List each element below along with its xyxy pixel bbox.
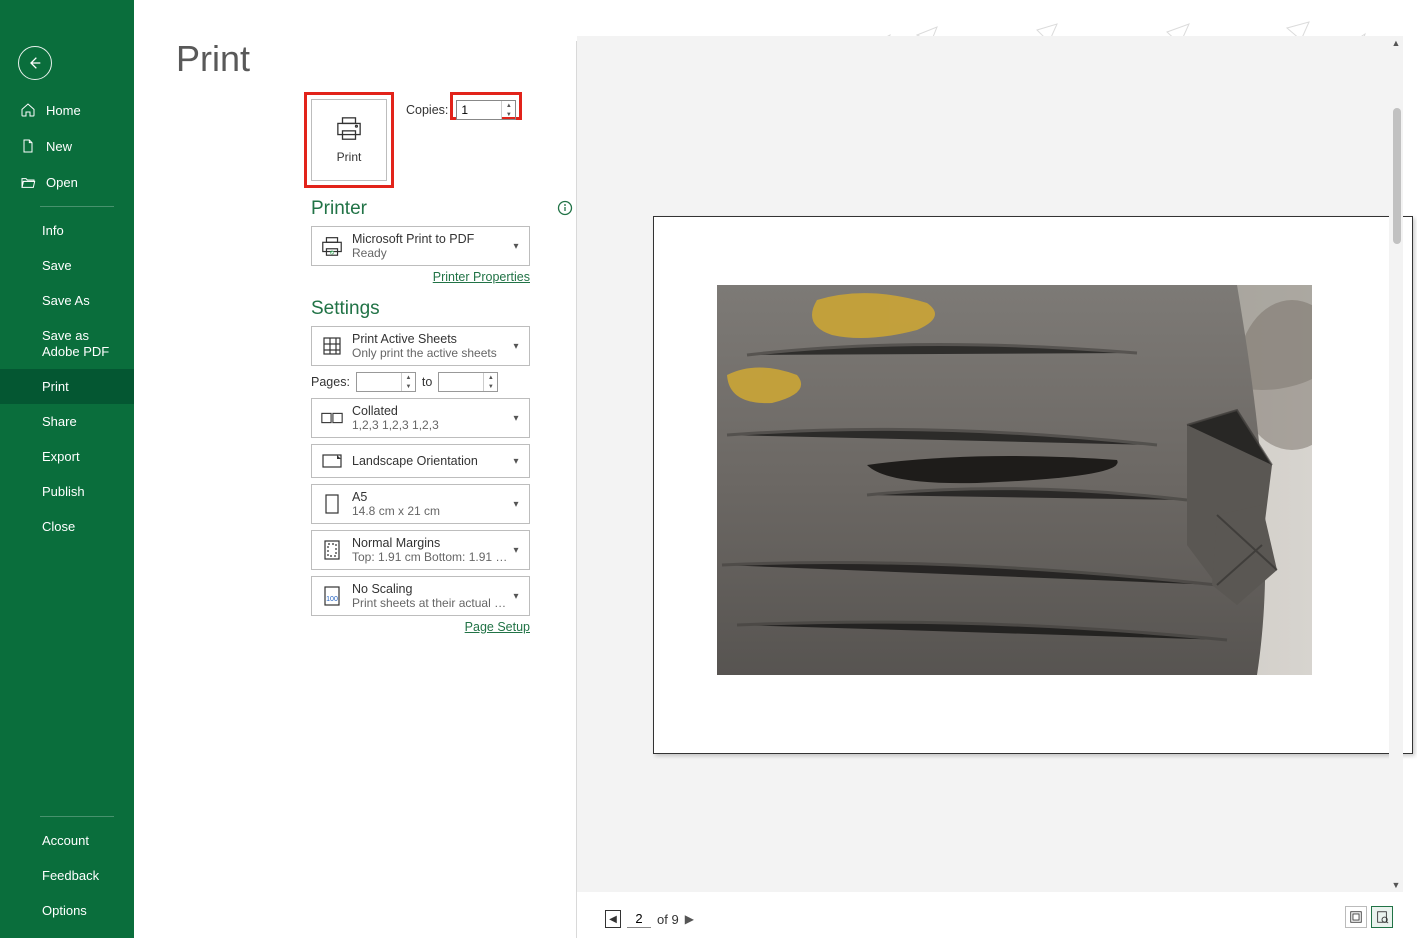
sidebar-item-options[interactable]: Options bbox=[0, 893, 134, 928]
scaling-selector[interactable]: 100 No ScalingPrint sheets at their actu… bbox=[311, 576, 530, 616]
divider bbox=[40, 206, 114, 207]
page-setup-link[interactable]: Page Setup bbox=[311, 620, 530, 634]
printer-selector[interactable]: Microsoft Print to PDF Ready ▾ bbox=[311, 226, 530, 266]
pages-from-spinner[interactable]: ▲▼ bbox=[356, 372, 416, 392]
print-controls-column: Print Copies: ▲▼ Printer Microsoft Print… bbox=[311, 90, 573, 634]
chevron-down-icon: ▾ bbox=[509, 241, 523, 252]
preview-page bbox=[653, 216, 1413, 754]
sidebar-item-print[interactable]: Print bbox=[0, 369, 134, 404]
printer-info-icon[interactable] bbox=[557, 200, 573, 216]
printer-heading: Printer bbox=[311, 198, 573, 220]
scroll-up-icon[interactable]: ▲ bbox=[1389, 36, 1403, 50]
next-page-button[interactable]: ▶ bbox=[685, 912, 694, 926]
prev-page-button[interactable]: ◀ bbox=[605, 910, 621, 928]
spinner-up[interactable]: ▲ bbox=[502, 101, 515, 110]
svg-text:100: 100 bbox=[326, 596, 338, 603]
pages-to-spinner[interactable]: ▲▼ bbox=[438, 372, 498, 392]
print-what-selector[interactable]: Print Active SheetsOnly print the active… bbox=[311, 326, 530, 366]
spinner-down[interactable]: ▼ bbox=[502, 110, 515, 119]
preview-scrollbar[interactable]: ▲ ▼ bbox=[1389, 36, 1403, 892]
sidebar-item-open[interactable]: Open bbox=[0, 164, 134, 200]
back-button[interactable] bbox=[18, 46, 52, 80]
backstage-sidebar: Home New Open Info Save Save As Save as … bbox=[0, 0, 134, 938]
zoom-controls bbox=[1345, 906, 1393, 928]
sidebar-item-label: Open bbox=[46, 175, 78, 190]
scroll-down-icon[interactable]: ▼ bbox=[1389, 878, 1403, 892]
pages-to-label: to bbox=[422, 375, 432, 389]
sidebar-item-label: New bbox=[46, 139, 72, 154]
chevron-down-icon: ▾ bbox=[509, 341, 523, 352]
printer-name: Microsoft Print to PDF bbox=[352, 232, 509, 246]
pages-range-row: Pages: ▲▼ to ▲▼ bbox=[311, 372, 573, 392]
page-navigator: ◀ of 9 ▶ bbox=[605, 910, 694, 928]
sidebar-item-publish[interactable]: Publish bbox=[0, 474, 134, 509]
current-page-input[interactable] bbox=[627, 910, 651, 928]
landscape-icon bbox=[318, 447, 346, 475]
sidebar-item-info[interactable]: Info bbox=[0, 213, 134, 248]
show-margins-button[interactable] bbox=[1345, 906, 1367, 928]
sidebar-item-home[interactable]: Home bbox=[0, 92, 134, 128]
collated-icon bbox=[318, 404, 346, 432]
preview-image bbox=[717, 285, 1312, 675]
copies-input[interactable] bbox=[457, 101, 501, 119]
sidebar-item-close[interactable]: Close bbox=[0, 509, 134, 544]
margins-selector[interactable]: Normal MarginsTop: 1.91 cm Bottom: 1.91 … bbox=[311, 530, 530, 570]
printer-properties-link[interactable]: Printer Properties bbox=[311, 270, 530, 284]
printer-device-icon bbox=[318, 232, 346, 260]
page-icon bbox=[318, 490, 346, 518]
pages-from-input[interactable] bbox=[357, 373, 401, 391]
orientation-selector[interactable]: Landscape Orientation ▾ bbox=[311, 444, 530, 478]
printer-status: Ready bbox=[352, 246, 509, 260]
pages-to-input[interactable] bbox=[439, 373, 483, 391]
sidebar-item-new[interactable]: New bbox=[0, 128, 134, 164]
page-total-label: of 9 bbox=[657, 912, 679, 927]
print-preview-area: ▲ ▼ bbox=[577, 36, 1403, 892]
file-icon bbox=[20, 138, 36, 154]
main-content: Print Print Copies: ▲▼ Printer bbox=[134, 0, 1417, 938]
preview-status-bar: ◀ of 9 ▶ bbox=[577, 892, 1403, 938]
sidebar-item-save-adobe[interactable]: Save as Adobe PDF bbox=[0, 318, 134, 369]
margins-icon bbox=[318, 536, 346, 564]
sidebar-item-share[interactable]: Share bbox=[0, 404, 134, 439]
sidebar-item-label: Home bbox=[46, 103, 81, 118]
zoom-to-page-button[interactable] bbox=[1371, 906, 1393, 928]
folder-open-icon bbox=[20, 174, 36, 190]
printer-icon bbox=[334, 116, 364, 142]
collation-selector[interactable]: Collated1,2,3 1,2,3 1,2,3 ▾ bbox=[311, 398, 530, 438]
settings-heading: Settings bbox=[311, 298, 573, 320]
scroll-thumb[interactable] bbox=[1393, 108, 1401, 244]
chevron-down-icon: ▾ bbox=[509, 499, 523, 510]
sidebar-item-account[interactable]: Account bbox=[0, 823, 134, 858]
copies-label: Copies: bbox=[406, 103, 448, 117]
sidebar-item-save[interactable]: Save bbox=[0, 248, 134, 283]
chevron-down-icon: ▾ bbox=[509, 413, 523, 424]
sidebar-item-feedback[interactable]: Feedback bbox=[0, 858, 134, 893]
chevron-down-icon: ▾ bbox=[509, 456, 523, 467]
sidebar-item-export[interactable]: Export bbox=[0, 439, 134, 474]
home-icon bbox=[20, 102, 36, 118]
scaling-icon: 100 bbox=[318, 582, 346, 610]
print-button[interactable]: Print bbox=[311, 99, 387, 181]
copies-spinner[interactable]: ▲▼ bbox=[456, 100, 516, 120]
sidebar-item-saveas[interactable]: Save As bbox=[0, 283, 134, 318]
sheets-icon bbox=[318, 332, 346, 360]
divider bbox=[40, 816, 114, 817]
chevron-down-icon: ▾ bbox=[509, 591, 523, 602]
print-button-label: Print bbox=[337, 150, 362, 164]
pages-label: Pages: bbox=[311, 375, 350, 389]
paper-size-selector[interactable]: A514.8 cm x 21 cm ▾ bbox=[311, 484, 530, 524]
chevron-down-icon: ▾ bbox=[509, 545, 523, 556]
